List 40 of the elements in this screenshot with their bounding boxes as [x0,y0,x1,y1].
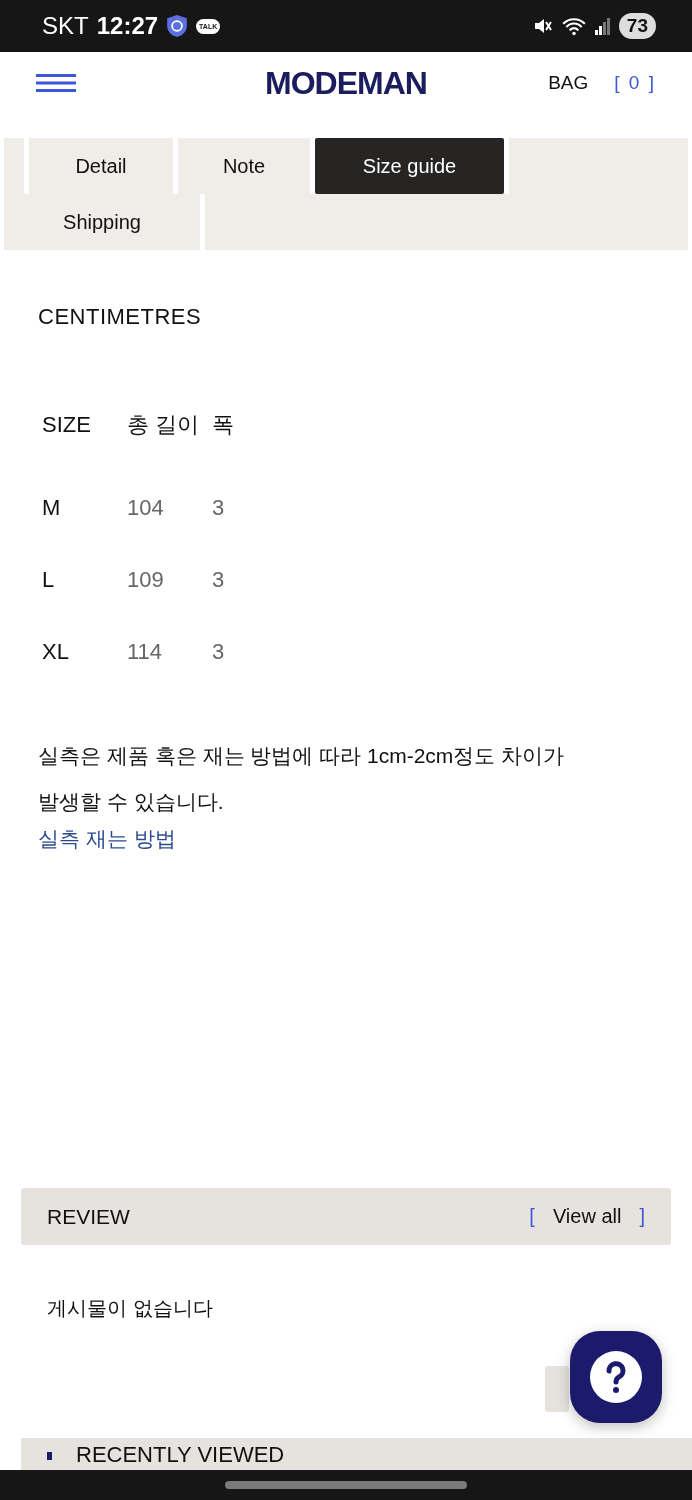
empty-message: 게시물이 없습니다 [46,1296,214,1321]
table-cell-text: XL [42,639,70,665]
signal-icon [594,17,611,35]
bracket: [ [529,1205,535,1228]
help-button[interactable] [570,1331,662,1423]
tab[interactable]: Detail [29,138,173,194]
table-cell-text: M [42,495,62,521]
tab[interactable]: Shipping [4,194,200,250]
carrier-label: SKT [42,12,89,40]
table-cell-text: 114 [127,639,164,665]
bullet-mark [47,1452,52,1460]
table-cell-text: 109 [127,567,165,593]
bag-link[interactable]: BAG [548,72,589,94]
tab[interactable]: Size guide [315,138,504,194]
measure-guide-link[interactable]: 실측 재는 방법 [38,825,176,853]
question-icon [590,1351,642,1403]
battery-indicator: 73 [618,13,656,39]
column-header: 폭 [212,411,234,439]
column-header: 총 길이 [127,411,201,439]
shield-icon [166,14,189,38]
home-handle[interactable] [225,1481,467,1489]
mute-icon [532,16,553,36]
unit-heading: CENTIMETRES [38,304,203,330]
clock: 12:27 [96,12,159,40]
column-header: SIZE [42,412,92,438]
table-cell-text: 104 [127,495,165,521]
view-all-link[interactable]: View all [552,1205,622,1228]
table-cell: 3 [212,639,225,665]
table-cell: 3 [212,567,225,593]
wifi-icon [560,15,587,37]
table-cell-text: L [42,567,56,593]
tab[interactable]: Note [178,138,310,194]
bracket: ] [639,1205,645,1228]
table-cell: 3 [212,495,225,521]
bag-count[interactable]: [ 0 ] [614,72,656,94]
section-title: RECENTLY VIEWED [76,1442,285,1468]
logo[interactable]: MODEMAN [265,64,427,102]
section-title: REVIEW [47,1204,130,1229]
measurement-note: 실측은 제품 혹은 재는 방법에 따라 1cm-2cm정도 차이가 발생할 수 있습니다. [38,743,566,815]
menu-icon[interactable] [36,74,76,92]
